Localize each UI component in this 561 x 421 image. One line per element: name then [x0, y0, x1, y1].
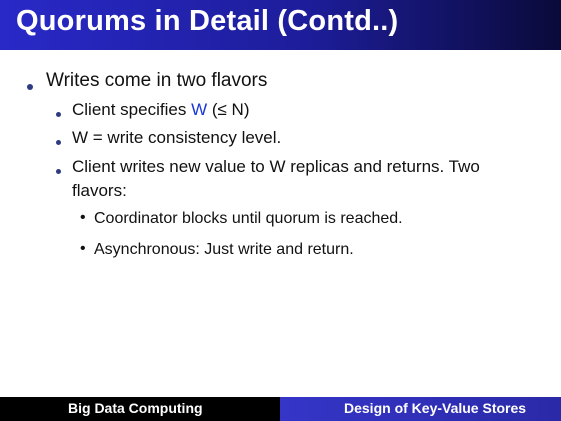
- footer-right-bar: Design of Key-Value Stores: [280, 397, 561, 421]
- bullet-writes-flavors: Writes come in two flavors: [46, 70, 268, 91]
- round-bullet-icon: •: [80, 209, 86, 226]
- bullet-client-specifies: Client specifies W (≤ N): [72, 100, 250, 120]
- footer-right-label: Design of Key-Value Stores: [344, 400, 527, 416]
- bullet-consistency-level: W = write consistency level.: [72, 128, 282, 147]
- bullet-client-writes-line1: Client writes new value to W replicas an…: [72, 157, 480, 176]
- title-bar: Quorums in Detail (Contd..): [0, 0, 561, 50]
- bullet-client-writes-line2: flavors:: [72, 181, 127, 200]
- slide-title: Quorums in Detail (Contd..): [16, 5, 399, 37]
- slide: Quorums in Detail (Contd..) Writes come …: [0, 0, 561, 421]
- bullet-client-specifies-suffix: (≤ N): [207, 100, 250, 119]
- w-highlight: W: [191, 100, 208, 119]
- bullet-coordinator-blocks: Coordinator blocks until quorum is reach…: [94, 210, 403, 227]
- bullet-dot-icon: [27, 84, 33, 90]
- bullet-dot-icon: [56, 169, 61, 174]
- bullet-client-specifies-prefix: Client specifies: [72, 100, 192, 119]
- footer-left-bar: Big Data Computing: [0, 397, 280, 421]
- bullet-dot-icon: [56, 112, 61, 117]
- footer-left-label: Big Data Computing: [68, 400, 203, 416]
- bullet-asynchronous: Asynchronous: Just write and return.: [94, 241, 354, 258]
- round-bullet-icon: •: [80, 240, 86, 257]
- bullet-dot-icon: [56, 140, 61, 145]
